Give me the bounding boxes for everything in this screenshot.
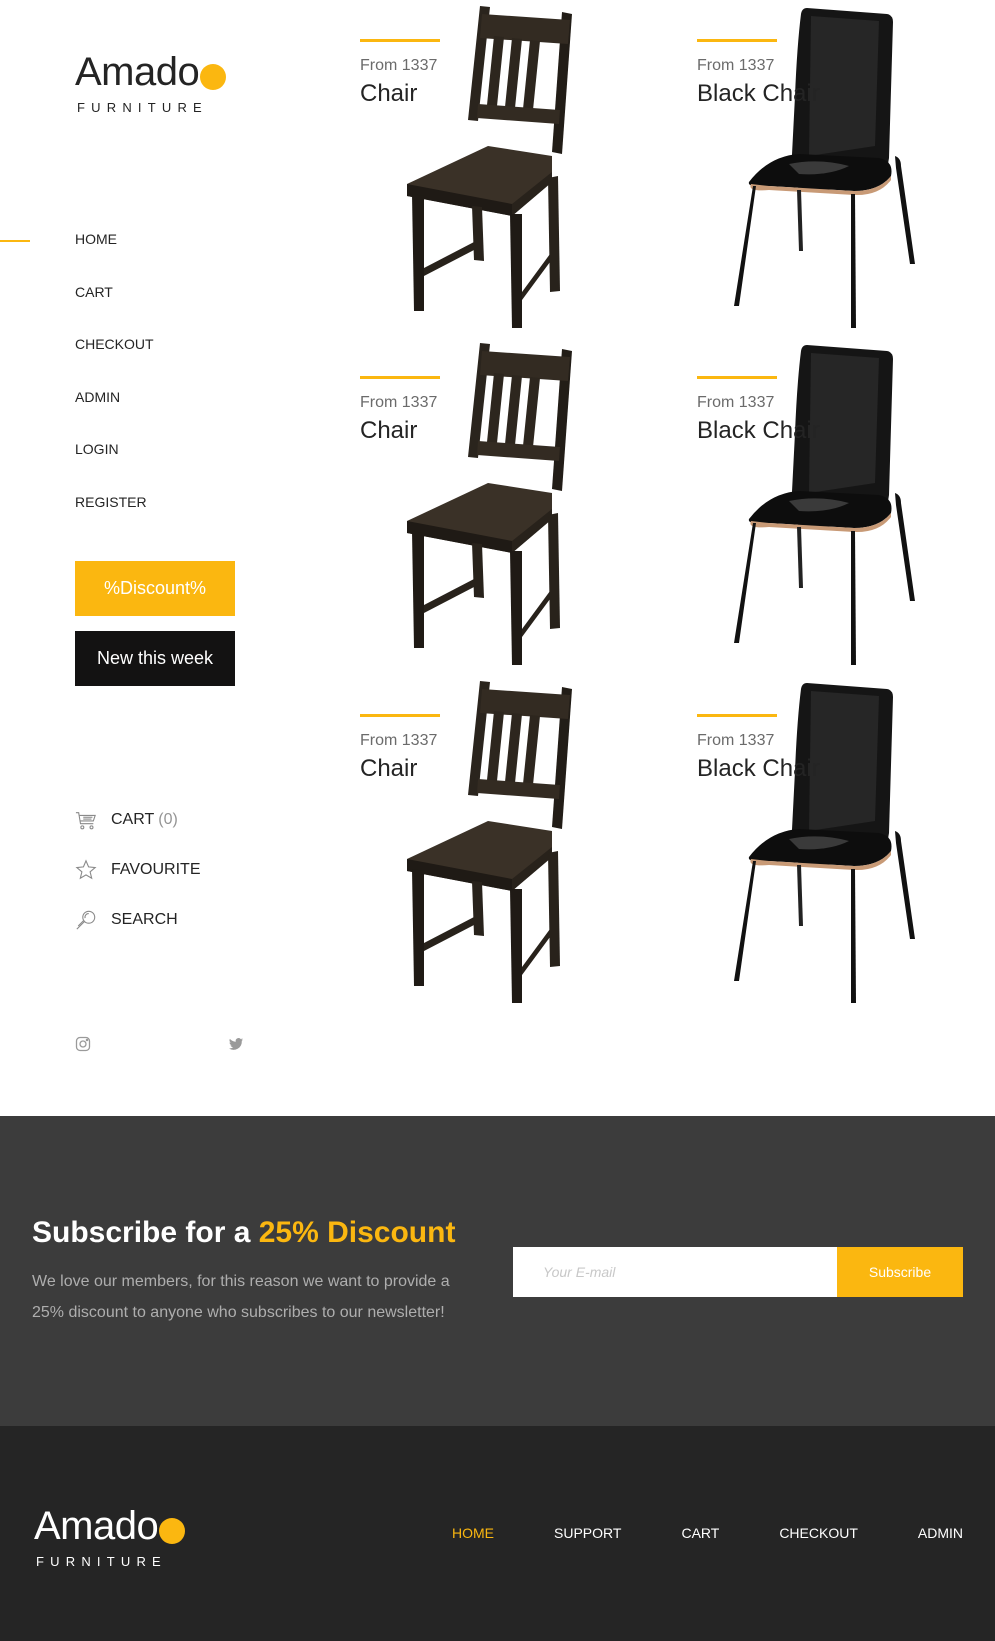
wooden-chair-image[interactable] — [402, 6, 577, 331]
footer-logo[interactable]: Amado FURNITURE — [34, 1506, 186, 1569]
cart-icon — [75, 812, 96, 830]
black-chair-image[interactable] — [729, 343, 919, 668]
product-name[interactable]: Black Chair — [697, 755, 820, 783]
twitter-icon[interactable] — [228, 1036, 244, 1052]
newsletter-text: We love our members, for this reason we … — [32, 1273, 450, 1321]
product-name[interactable]: Black Chair — [697, 80, 820, 108]
footer-nav-checkout[interactable]: CHECKOUT — [779, 1525, 858, 1541]
wooden-chair-image[interactable] — [402, 343, 577, 668]
newsletter-title-accent: 25% Discount — [258, 1216, 456, 1249]
nav-item-checkout[interactable]: CHECKOUT — [75, 336, 154, 389]
footer-nav-support[interactable]: SUPPORT — [554, 1525, 621, 1541]
product-card[interactable]: From 1337 Chair — [300, 0, 635, 337]
active-nav-indicator — [0, 240, 30, 242]
logo-dot — [159, 1518, 186, 1544]
wooden-chair-image[interactable] — [402, 681, 577, 1006]
logo-tagline: FURNITURE — [77, 100, 208, 115]
footer: Amado FURNITURE HOME SUPPORT CART CHECKO… — [0, 1426, 995, 1641]
product-card[interactable]: From 1337 Chair — [300, 337, 635, 674]
product-name[interactable]: Black Chair — [697, 417, 820, 445]
footer-logo-wordmark: Amado — [34, 1506, 186, 1546]
nav-item-admin[interactable]: ADMIN — [75, 389, 154, 442]
quick-links: CART (0) FAVOURITE SEARCH — [75, 795, 201, 945]
favourite-link-label: FAVOURITE — [111, 861, 201, 878]
sidebar: Amado FURNITURE HOME CART CHECKOUT ADMIN… — [0, 0, 300, 1116]
product-card[interactable]: From 1337 Black Chair — [637, 337, 972, 674]
nav-item-cart[interactable]: CART — [75, 284, 154, 337]
newsletter-title: Subscribe for a 25% Discount — [32, 1216, 456, 1249]
cart-link[interactable]: CART (0) — [75, 795, 201, 845]
product-name[interactable]: Chair — [360, 417, 417, 445]
brand-logo[interactable]: Amado FURNITURE — [75, 52, 227, 115]
search-link[interactable]: SEARCH — [75, 895, 201, 945]
logo-wordmark: Amado — [75, 52, 227, 92]
favourite-link[interactable]: FAVOURITE — [75, 845, 201, 895]
black-chair-image[interactable] — [729, 6, 919, 331]
footer-nav: HOME SUPPORT CART CHECKOUT ADMIN — [392, 1525, 963, 1541]
search-link-label: SEARCH — [111, 911, 178, 928]
footer-nav-admin[interactable]: ADMIN — [918, 1525, 963, 1541]
discount-button[interactable]: %Discount% — [75, 561, 235, 616]
product-card[interactable]: From 1337 Black Chair — [637, 0, 972, 337]
black-chair-image[interactable] — [729, 681, 919, 1006]
footer-logo-tagline: FURNITURE — [36, 1554, 167, 1569]
footer-nav-home[interactable]: HOME — [452, 1525, 494, 1541]
search-icon — [76, 910, 96, 930]
footer-nav-cart[interactable]: CART — [681, 1525, 719, 1541]
star-icon — [75, 859, 97, 880]
cart-link-label: CART — [111, 811, 155, 828]
product-card[interactable]: From 1337 Chair — [300, 675, 635, 1012]
nav-item-login[interactable]: LOGIN — [75, 441, 154, 494]
new-this-week-button[interactable]: New this week — [75, 631, 235, 686]
email-input[interactable] — [513, 1247, 837, 1297]
main-nav: HOME CART CHECKOUT ADMIN LOGIN REGISTER — [75, 231, 154, 547]
product-card[interactable]: From 1337 Black Chair — [637, 675, 972, 1012]
newsletter-form: Subscribe — [513, 1247, 963, 1297]
nav-item-home[interactable]: HOME — [75, 231, 154, 284]
newsletter-section: Subscribe for a 25% Discount We love our… — [0, 1116, 995, 1426]
product-name[interactable]: Chair — [360, 80, 417, 108]
subscribe-button[interactable]: Subscribe — [837, 1247, 963, 1297]
logo-dot — [200, 64, 227, 90]
cart-count: (0) — [158, 811, 178, 828]
nav-item-register[interactable]: REGISTER — [75, 494, 154, 547]
product-name[interactable]: Chair — [360, 755, 417, 783]
product-grid: From 1337 Chair From 1337 Black Chair Fr… — [300, 0, 995, 1005]
instagram-icon[interactable] — [75, 1036, 91, 1052]
